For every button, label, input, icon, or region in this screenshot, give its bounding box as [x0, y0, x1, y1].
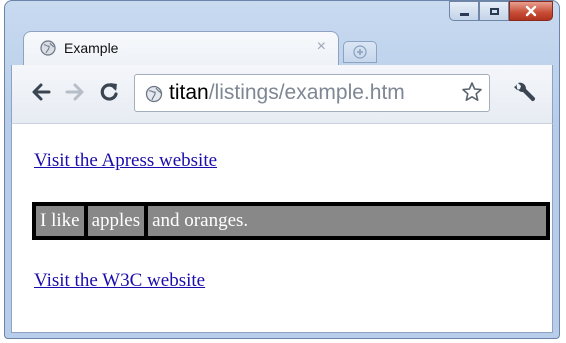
tab-title: Example: [64, 40, 119, 56]
url-path: /listings/example.htm: [208, 81, 405, 104]
tab-close-button[interactable]: ×: [317, 38, 326, 56]
page-info-icon: [145, 85, 163, 103]
minimize-icon: [459, 12, 469, 16]
apress-link[interactable]: Visit the Apress website: [34, 150, 217, 172]
settings-menu-button[interactable]: [509, 79, 539, 109]
url-text: titan/listings/example.htm: [169, 81, 405, 105]
reload-button[interactable]: [98, 81, 120, 107]
maximize-icon: [489, 7, 499, 15]
sentence-part-i-like: I like: [40, 210, 80, 231]
wrench-icon: [514, 82, 536, 102]
forward-button[interactable]: [64, 81, 86, 107]
bookmark-star-button[interactable]: [461, 81, 483, 109]
sentence-part-apples: apples: [83, 204, 149, 238]
close-icon: [525, 5, 537, 17]
page-content: Visit the Apress website I like apples a…: [11, 123, 553, 333]
styled-sentence-box: I like apples and oranges.: [32, 202, 550, 240]
new-tab-icon: [353, 45, 367, 59]
address-bar[interactable]: titan/listings/example.htm: [134, 74, 490, 112]
w3c-link[interactable]: Visit the W3C website: [34, 270, 205, 292]
tab-example[interactable]: Example ×: [23, 31, 339, 65]
url-host: titan: [169, 81, 209, 104]
back-button[interactable]: [30, 81, 52, 107]
sentence-inner: I like apples and oranges.: [36, 204, 546, 238]
browser-toolbar: titan/listings/example.htm: [11, 65, 553, 123]
forward-arrow-icon: [65, 83, 84, 101]
new-tab-button[interactable]: [343, 41, 377, 63]
reload-icon: [100, 83, 118, 101]
back-arrow-icon: [32, 83, 51, 101]
star-icon: [462, 82, 482, 101]
browser-window: Example × titan/listings/example.htm Vis…: [4, 0, 560, 339]
globe-icon: [40, 40, 56, 56]
close-window-button[interactable]: [509, 1, 553, 21]
minimize-button[interactable]: [449, 1, 479, 21]
window-controls: [449, 1, 553, 23]
sentence-part-oranges: and oranges.: [152, 210, 249, 231]
maximize-button[interactable]: [479, 1, 509, 21]
